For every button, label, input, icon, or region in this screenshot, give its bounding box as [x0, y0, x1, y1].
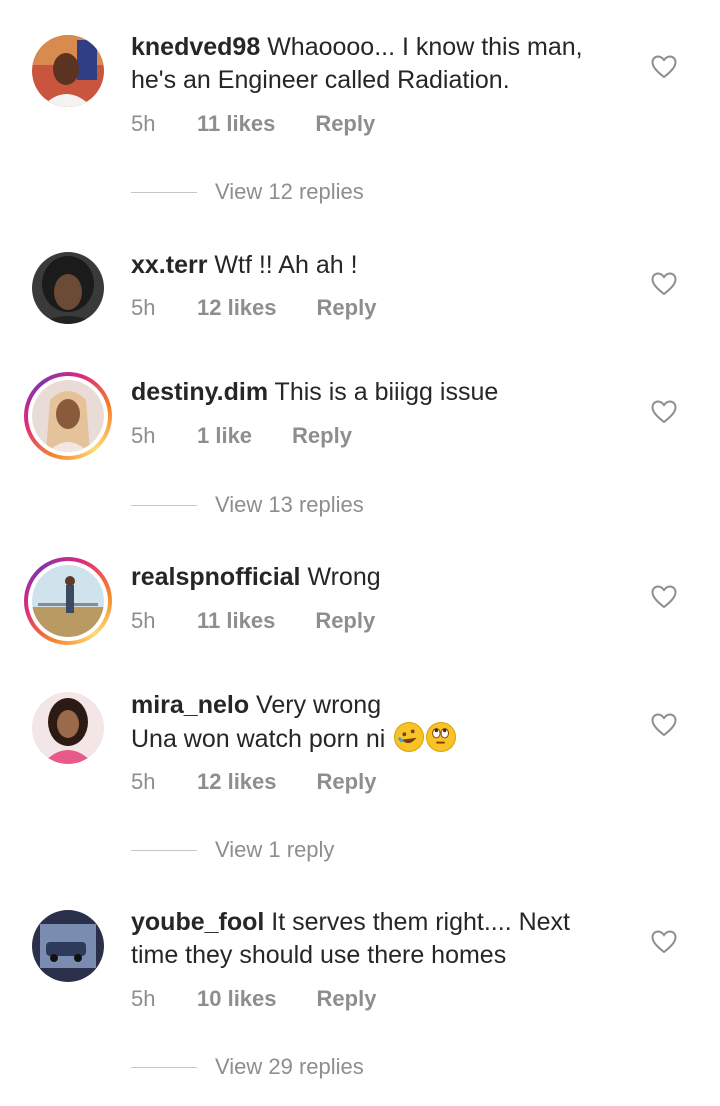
avatar-ring-gap	[28, 376, 108, 456]
comment-meta: 5h 12 likes Reply	[131, 769, 376, 795]
rolling-on-floor-laughing-icon	[394, 722, 425, 752]
avatar[interactable]	[32, 910, 104, 982]
username[interactable]: destiny.dim	[131, 378, 268, 406]
comment-body: It serves them right.... Next	[264, 908, 570, 936]
username[interactable]: realspnofficial	[131, 563, 301, 591]
avatar-image	[32, 565, 104, 637]
timestamp: 5h	[131, 986, 156, 1011]
heart-outline-icon[interactable]	[651, 930, 677, 954]
comment-text: realspnofficial Wrong	[131, 561, 631, 594]
comment-body-line2: time they should use there homes	[131, 941, 507, 969]
heart-outline-icon[interactable]	[651, 55, 677, 79]
comment-meta: 5h 10 likes Reply	[131, 986, 376, 1012]
timestamp: 5h	[131, 608, 156, 633]
reply-button[interactable]: Reply	[315, 608, 375, 634]
avatar-ring-gap	[28, 561, 108, 641]
reply-button[interactable]: Reply	[315, 111, 375, 137]
likes-count[interactable]: 11 likes	[197, 608, 275, 634]
avatar-image	[32, 380, 104, 452]
likes-count[interactable]: 1 like	[197, 423, 252, 449]
comment-body: Very wrong	[249, 691, 382, 719]
view-replies-button[interactable]: View 29 replies	[131, 1054, 364, 1080]
timestamp: 5h	[131, 111, 156, 136]
avatar	[32, 565, 104, 637]
timestamp: 5h	[131, 423, 156, 448]
likes-count[interactable]: 11 likes	[197, 111, 275, 137]
view-replies-label: View 1 reply	[215, 837, 335, 862]
reply-button[interactable]: Reply	[317, 769, 377, 795]
username[interactable]: mira_nelo	[131, 691, 249, 719]
avatar-image	[32, 692, 104, 764]
comment-meta: 5h 11 likes Reply	[131, 608, 375, 634]
likes-count[interactable]: 12 likes	[197, 295, 277, 321]
comment-text: mira_nelo Very wrong Una won watch porn …	[131, 689, 631, 756]
comment-meta: 5h 11 likes Reply	[131, 111, 375, 137]
heart-outline-icon[interactable]	[651, 272, 677, 296]
avatar-image	[32, 910, 104, 982]
comment-meta: 5h 12 likes Reply	[131, 295, 376, 321]
view-replies-button[interactable]: View 1 reply	[131, 837, 334, 863]
avatar-story-ring[interactable]	[24, 372, 112, 460]
comment-body: Wrong	[300, 563, 381, 591]
likes-count[interactable]: 12 likes	[197, 769, 277, 795]
replies-divider	[131, 849, 197, 851]
face-with-rolling-eyes-icon	[426, 722, 457, 752]
heart-outline-icon[interactable]	[651, 585, 677, 609]
timestamp: 5h	[131, 769, 156, 794]
reply-button[interactable]: Reply	[292, 423, 352, 449]
timestamp: 5h	[131, 295, 156, 320]
avatar[interactable]	[32, 692, 104, 764]
view-replies-label: View 12 replies	[215, 179, 364, 204]
view-replies-label: View 13 replies	[215, 492, 364, 517]
username[interactable]: knedved98	[131, 33, 260, 61]
likes-count[interactable]: 10 likes	[197, 986, 277, 1012]
comment-text: yoube_fool It serves them right.... Next…	[131, 906, 631, 972]
replies-divider	[131, 504, 197, 506]
comment-body-line2: he's an Engineer called Radiation.	[131, 66, 510, 94]
avatar[interactable]	[32, 252, 104, 324]
avatar-image	[32, 252, 104, 324]
comment-text: destiny.dim This is a biiigg issue	[131, 376, 631, 409]
heart-outline-icon[interactable]	[651, 400, 677, 424]
comment-body: Whaoooo... I know this man,	[260, 33, 583, 61]
comment-body: Wtf !! Ah ah !	[207, 251, 358, 279]
comment-body: This is a biiigg issue	[268, 378, 499, 406]
replies-divider	[131, 191, 197, 193]
avatar-image	[32, 35, 104, 107]
heart-outline-icon[interactable]	[651, 713, 677, 737]
replies-divider	[131, 1066, 197, 1068]
username[interactable]: xx.terr	[131, 251, 207, 279]
view-replies-label: View 29 replies	[215, 1054, 364, 1079]
comment-meta: 5h 1 like Reply	[131, 423, 352, 449]
comment-body-line2: Una won watch porn ni	[131, 725, 393, 753]
view-replies-button[interactable]: View 12 replies	[131, 179, 364, 205]
comment-text: knedved98 Whaoooo... I know this man, he…	[131, 31, 631, 97]
username[interactable]: yoube_fool	[131, 908, 264, 936]
avatar-story-ring[interactable]	[24, 557, 112, 645]
reply-button[interactable]: Reply	[317, 986, 377, 1012]
comment-text: xx.terr Wtf !! Ah ah !	[131, 249, 631, 282]
avatar	[32, 380, 104, 452]
view-replies-button[interactable]: View 13 replies	[131, 492, 364, 518]
reply-button[interactable]: Reply	[317, 295, 377, 321]
avatar[interactable]	[32, 35, 104, 107]
